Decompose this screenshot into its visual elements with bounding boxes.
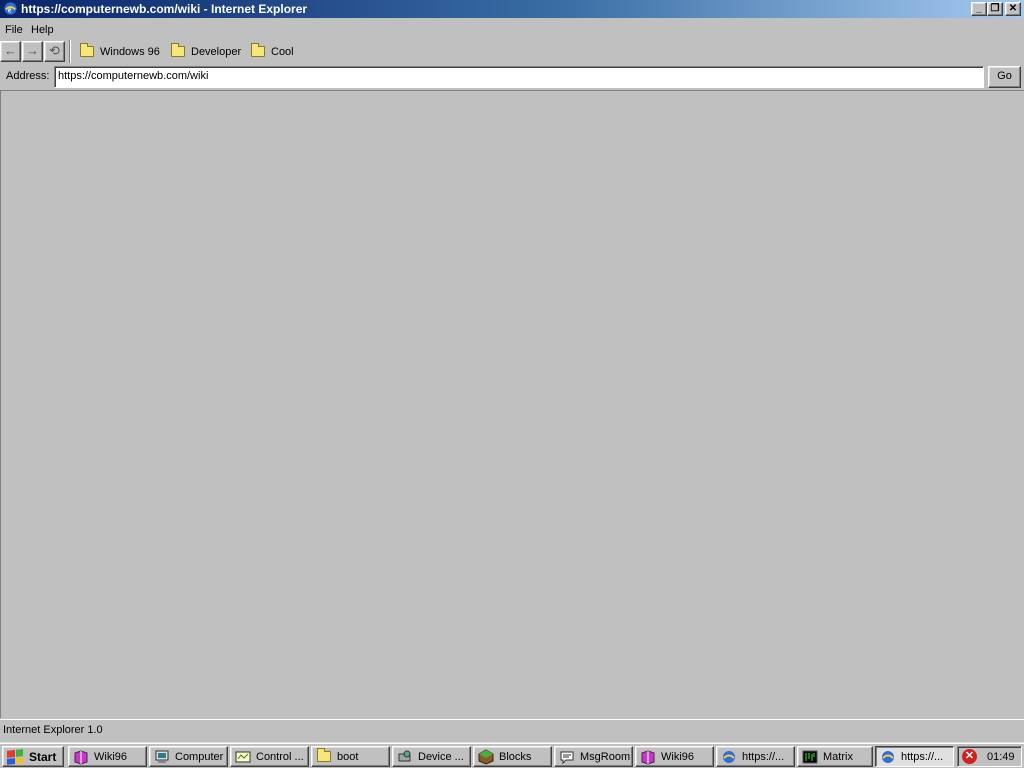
chat-icon [559, 749, 575, 765]
status-bar: Internet Explorer 1.0 [0, 719, 1024, 739]
title-bar[interactable]: e https://computernewb.com/wiki - Intern… [0, 0, 1024, 18]
windows-logo-icon [7, 748, 23, 765]
go-button[interactable]: Go [988, 66, 1021, 88]
task-label: https://... [901, 750, 944, 763]
favorite-label: Windows 96 [100, 45, 160, 58]
start-label: Start [29, 749, 57, 764]
back-button[interactable]: ← [0, 41, 21, 62]
browser-window: e https://computernewb.com/wiki - Intern… [0, 0, 1024, 742]
task-wiki96[interactable]: Wiki96 [68, 746, 147, 767]
device-manager-icon [397, 749, 413, 765]
favorite-label: Developer [191, 45, 242, 58]
clock[interactable]: 01:49 [987, 751, 1015, 763]
toolbar-separator [69, 40, 71, 63]
task-label: Wiki96 [661, 750, 695, 763]
task-control-panel[interactable]: Control ... [230, 746, 309, 767]
ie-icon [880, 749, 896, 765]
svg-text:e: e [8, 4, 12, 14]
task-label: Control ... [256, 750, 304, 763]
forward-button[interactable]: → [22, 41, 43, 62]
favorite-windows96[interactable]: Windows 96 [80, 43, 160, 60]
task-blocks[interactable]: Blocks [473, 746, 552, 767]
menu-file[interactable]: File [5, 24, 23, 36]
page-content[interactable] [0, 90, 1024, 718]
folder-icon [316, 748, 332, 765]
task-label: MsgRoom [580, 750, 631, 763]
toolbar: ← → ⟲ Windows 96 Developer Cool [0, 40, 1024, 64]
refresh-button[interactable]: ⟲ [44, 41, 65, 62]
task-label: Wiki96 [94, 750, 128, 763]
window-title: https://computernewb.com/wiki - Internet… [21, 2, 308, 16]
back-arrow-icon: ← [4, 43, 17, 58]
task-label: Computer [175, 750, 224, 763]
address-bar: Address: https://computernewb.com/wiki G… [0, 65, 1024, 89]
task-matrix[interactable]: Matrix [797, 746, 873, 767]
favorite-developer[interactable]: Developer [171, 43, 241, 60]
task-label: Blocks [499, 750, 532, 763]
favorite-label: Cool [271, 45, 294, 58]
refresh-icon: ⟲ [49, 43, 60, 58]
task-browser-1[interactable]: https://... [716, 746, 795, 767]
forward-arrow-icon: → [26, 43, 39, 58]
task-label: https://... [742, 750, 785, 763]
task-label: Matrix [823, 750, 853, 763]
task-browser-active[interactable]: https://... [875, 746, 954, 767]
internet-explorer-icon: e [4, 2, 17, 15]
task-label: Device ... [418, 750, 464, 763]
start-button[interactable]: Start [2, 746, 64, 767]
computer-icon [154, 749, 170, 765]
blocks-icon [478, 748, 494, 765]
close-button[interactable]: ✕ [1005, 2, 1021, 16]
folder-icon [80, 43, 94, 57]
address-label: Address: [6, 70, 50, 82]
minimize-button[interactable]: _ [971, 2, 987, 16]
menu-bar: File Help [0, 21, 1024, 39]
matrix-icon [802, 749, 818, 765]
favorite-cool[interactable]: Cool [251, 43, 294, 60]
task-device-manager[interactable]: Device ... [392, 746, 471, 767]
control-panel-icon [235, 749, 251, 765]
task-wiki96-2[interactable]: Wiki96 [635, 746, 714, 767]
book-icon [73, 749, 89, 765]
restore-button[interactable]: ❐ [987, 2, 1003, 16]
status-text: Internet Explorer 1.0 [3, 724, 103, 736]
folder-icon [171, 43, 185, 57]
error-icon[interactable]: ✕ [962, 749, 977, 764]
menu-help[interactable]: Help [31, 24, 54, 36]
system-tray: ✕ 01:49 [957, 746, 1022, 767]
ie-icon [721, 749, 737, 765]
task-msgroom[interactable]: MsgRoom [554, 746, 633, 767]
book-icon [640, 749, 656, 765]
address-input[interactable]: https://computernewb.com/wiki [54, 66, 984, 88]
task-boot[interactable]: boot [311, 746, 390, 767]
taskbar: Start Wiki96 Computer Control ... boot D… [0, 742, 1024, 768]
task-computer[interactable]: Computer [149, 746, 228, 767]
folder-icon [251, 43, 265, 57]
task-label: boot [337, 750, 359, 763]
